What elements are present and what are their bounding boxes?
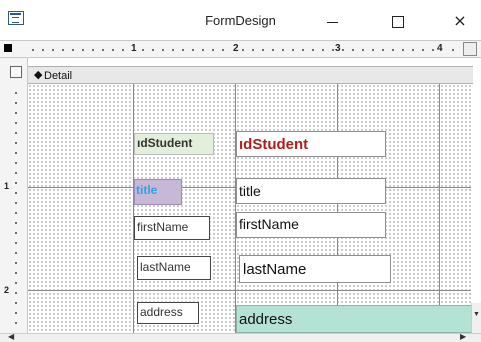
title-label[interactable]: title — [134, 179, 182, 205]
horizontal-ruler: 1 2 3 4 — [0, 40, 481, 58]
design-grid[interactable] — [28, 84, 471, 333]
title-textbox[interactable]: title — [236, 178, 386, 204]
horizontal-scrollbar[interactable]: ◀ ▶ — [0, 332, 481, 342]
lastname-label[interactable]: lastName — [137, 256, 211, 280]
ruler-mark: 2 — [4, 285, 10, 295]
section-label: Detail — [44, 70, 73, 82]
grid-line — [235, 84, 236, 333]
ruler-mark: 3 — [334, 43, 342, 54]
ruler-mark: 1 — [4, 181, 10, 191]
idstudent-label[interactable]: ıdStudent — [134, 133, 214, 155]
close-icon[interactable]: × — [447, 8, 473, 34]
idstudent-textbox[interactable]: ıdStudent — [236, 131, 386, 157]
section-marker-icon: ◆ — [34, 69, 43, 81]
minimize-icon[interactable] — [320, 8, 346, 34]
grid-line — [337, 84, 338, 333]
ruler-mark: 4 — [436, 43, 444, 54]
vertical-ruler: 1 2 — [0, 58, 28, 333]
maximize-icon[interactable] — [385, 8, 411, 34]
vertical-scrollbar[interactable]: ▼ — [471, 303, 481, 333]
ruler-select-all-box[interactable] — [4, 44, 12, 52]
grid-line — [28, 290, 471, 291]
scroll-right-icon[interactable]: ▶ — [460, 332, 466, 341]
detail-section-bar[interactable]: ◆ Detail — [28, 66, 473, 84]
address-textbox[interactable]: address — [236, 305, 476, 333]
ruler-ticks — [28, 49, 458, 51]
scroll-down-icon[interactable]: ▼ — [473, 311, 480, 318]
scroll-left-icon[interactable]: ◀ — [8, 332, 14, 341]
ruler-ticks — [15, 88, 17, 328]
ruler-scroll-box[interactable] — [463, 42, 477, 56]
ruler-mark: 1 — [130, 43, 138, 54]
grid-line — [133, 84, 134, 333]
grid-line — [439, 84, 440, 333]
section-selector-box[interactable] — [10, 66, 22, 78]
ruler-mark: 2 — [232, 43, 240, 54]
lastname-textbox[interactable]: lastName — [239, 255, 391, 283]
address-label[interactable]: address — [137, 302, 199, 324]
firstname-textbox[interactable]: firstName — [236, 212, 386, 238]
title-bar: FormDesign × — [0, 0, 481, 40]
firstname-label[interactable]: firstName — [134, 216, 210, 240]
